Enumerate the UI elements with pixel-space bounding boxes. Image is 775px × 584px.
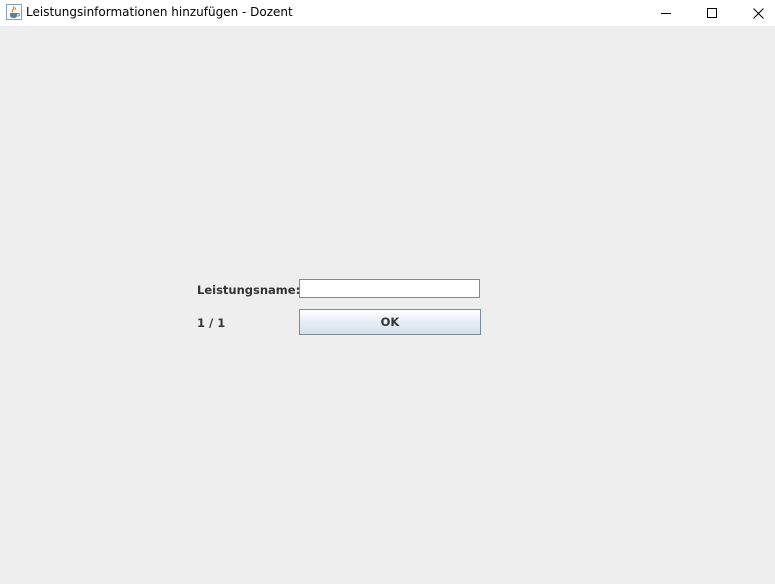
close-icon <box>752 7 764 19</box>
close-button[interactable] <box>735 0 775 26</box>
minimize-button[interactable] <box>643 0 689 26</box>
maximize-icon <box>707 8 717 18</box>
java-cup-icon <box>6 4 22 20</box>
maximize-button[interactable] <box>689 0 735 26</box>
leistungsname-label: Leistungsname: <box>197 283 301 297</box>
dialog-content: Leistungsname: 1 / 1 OK <box>0 26 775 584</box>
ok-button[interactable]: OK <box>299 309 481 335</box>
minimize-icon <box>661 8 671 18</box>
title-bar[interactable]: Leistungsinformationen hinzufügen - Doze… <box>0 0 775 26</box>
leistungsname-input[interactable] <box>299 279 480 298</box>
window-title: Leistungsinformationen hinzufügen - Doze… <box>26 5 293 19</box>
page-counter: 1 / 1 <box>197 316 226 330</box>
application-window: Leistungsinformationen hinzufügen - Doze… <box>0 0 775 584</box>
